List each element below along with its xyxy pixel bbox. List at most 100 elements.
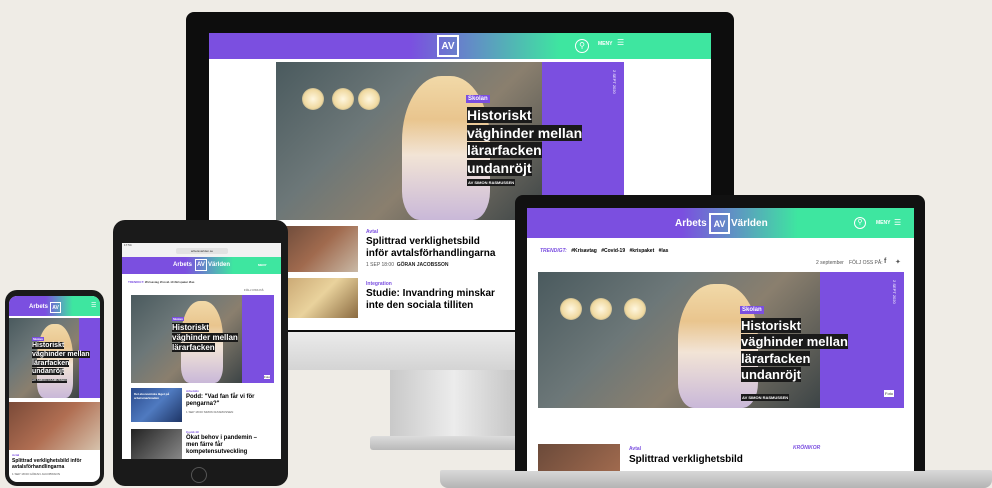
laptop-article-title[interactable]: Splittrad verklighetsbild (629, 454, 743, 465)
article-category[interactable]: Integration (366, 281, 392, 287)
article-thumb[interactable] (280, 226, 358, 272)
lamp-decor (302, 88, 324, 110)
trending-label: TRENDIGT: (540, 248, 567, 254)
follow-label: FÖLJ OSS PÅ: (849, 260, 883, 266)
photo-badge: Foto (884, 390, 895, 397)
kronikor-label[interactable]: KRÖNIKOR (793, 445, 820, 451)
tablet-trending: TRENDIGT: #Krisavtag #Covid-19 #krispake… (128, 280, 194, 284)
hero-title[interactable]: Historiskt väghinder mellan lärarfacken (172, 323, 238, 353)
trending-label: TRENDIGT: (128, 280, 144, 284)
article-thumb[interactable] (280, 278, 358, 318)
menu-label[interactable]: MENY (598, 41, 612, 47)
hero-title[interactable]: Historiskt väghinder mellan lärarfacken … (32, 342, 90, 377)
photo-badge: Foto (264, 375, 271, 379)
twitter-icon[interactable]: ✦ (895, 258, 901, 266)
hamburger-icon[interactable]: ☰ (894, 218, 901, 227)
brand-word1[interactable]: Arbets (29, 304, 48, 310)
phone-site-header: Arbets AV ☰ (9, 296, 100, 316)
hero-title-line: lärarfacken (467, 142, 542, 158)
laptop-screen: Arbets AV Världen ⚲ MENY ☰ TRENDIGT: #Kr… (527, 208, 914, 471)
phone-screen: Arbets AV ☰ Skolan Historiskt väghinder … (9, 296, 100, 482)
hero-side-date: 2 SEPT 2020 (612, 70, 617, 94)
menu-label[interactable]: MENY (258, 263, 267, 267)
trending-item[interactable]: #krispaket (630, 248, 655, 254)
hero-title[interactable]: Historiskt väghinder mellan lärarfacken … (467, 107, 583, 177)
laptop-article-category[interactable]: Avtal (629, 446, 641, 452)
article-title[interactable]: Studie: Invandring minskar inte den soci… (366, 288, 495, 312)
brand-word2[interactable]: Världen (731, 218, 768, 229)
follow-label: FÖLJ OSS PÅ: (244, 288, 265, 292)
hero-title-line: undanröjt (32, 368, 65, 376)
hero-category[interactable]: Skolan (740, 306, 764, 314)
tablet-card-thumb[interactable] (131, 429, 182, 459)
hero-title-line: Historiskt (32, 342, 65, 349)
phone-article-title-line: avtalsförhandlingarna (12, 464, 65, 470)
tablet-home-button[interactable] (191, 467, 207, 483)
tablet-card-title-line: Podd: "Vad fan får vi för (186, 394, 255, 400)
hero-byline: AV SIMON RASMUSSEN (741, 394, 790, 401)
article-author: GÖRAN JACOBSSON (396, 262, 449, 268)
trending-item[interactable]: #Covid-19 (601, 248, 625, 254)
status-time: 17:54 (124, 243, 132, 247)
menu-label[interactable]: MENY (876, 220, 890, 226)
phone-article-title[interactable]: Splittrad verklighetsbild inför avtalsfö… (12, 458, 81, 470)
lamp-decor (590, 298, 612, 320)
brand-word1[interactable]: Arbets (173, 262, 192, 268)
tablet-card-title[interactable]: Ökat behov i pandemin – men färre får ko… (186, 435, 257, 456)
hero-title-line: väghinder mellan (172, 333, 238, 342)
hero-category[interactable]: Skolan (32, 337, 44, 341)
monitor-stand-neck (390, 368, 518, 446)
hero-title[interactable]: Historiskt väghinder mellan lärarfacken … (741, 318, 848, 383)
lamp-decor (358, 88, 380, 110)
article-date: 1 SEP 18:00 (366, 262, 394, 268)
phone-article-meta: 1 SEP 18:00 GÖRAN JACOBSSON (12, 472, 60, 476)
trending-bar: TRENDIGT: #Krisavtag #Covid-19 #krispake… (540, 248, 668, 254)
article-title-line: Splittrad verklighetsbild (366, 236, 480, 247)
hero-title-line: undanröjt (741, 366, 801, 382)
tablet-site-header: Arbets AV Världen MENY (122, 257, 281, 274)
hero-title-line: väghinder mellan (741, 334, 848, 350)
hero-category[interactable]: Skolan (172, 317, 184, 321)
trending-items[interactable]: #Krisavtag #Covid-19 #krispaket #las (145, 280, 195, 284)
hero-byline: AV SIMON RASMUSSEN (467, 179, 516, 186)
browser-bar: 17:54 arbetsvarlden.se (122, 243, 281, 257)
phone-article-category[interactable]: Avtal (12, 453, 19, 457)
article-category[interactable]: Avtal (366, 229, 378, 235)
tablet-card-category[interactable]: Covid-19 (186, 430, 199, 434)
facebook-icon[interactable]: f (884, 258, 886, 265)
trending-item[interactable]: #Krisavtag (571, 248, 597, 254)
brand-word1[interactable]: Arbets (675, 218, 707, 229)
tablet-screen: 17:54 arbetsvarlden.se Arbets AV Världen… (122, 243, 281, 459)
hero-title-line: väghinder mellan (467, 124, 583, 141)
tablet-card-category[interactable]: Arbetsliv (186, 389, 199, 393)
article-meta: 1 SEP 18:00 GÖRAN JACOBSSON (366, 262, 448, 268)
hero-title-line: lärarfacken (32, 359, 70, 367)
hero-title-line: Historiskt (741, 318, 801, 333)
hamburger-icon[interactable]: ☰ (91, 302, 96, 309)
phone-article-photo[interactable] (9, 402, 100, 450)
site-logo[interactable]: AV (50, 302, 61, 313)
site-logo[interactable]: AV (195, 259, 207, 271)
search-icon[interactable]: ⚲ (575, 39, 589, 53)
site-logo[interactable]: AV (709, 213, 730, 234)
hero-title-line: Historiskt (467, 107, 532, 123)
laptop-article-thumb[interactable] (538, 444, 620, 471)
hero-title-line: lärarfacken (172, 343, 215, 352)
hero-title-line: undanröjt (467, 159, 532, 176)
article-title[interactable]: Splittrad verklighetsbild inför avtalsfö… (366, 236, 495, 260)
trending-item[interactable]: #las (659, 248, 669, 254)
hero-byline: AV SIMON RASMUSSEN (32, 378, 67, 383)
laptop-base (440, 470, 992, 488)
brand-word2[interactable]: Världen (208, 262, 230, 268)
site-header: AV ⚲ MENY ☰ (209, 33, 711, 59)
laptop-site-header: Arbets AV Världen ⚲ MENY ☰ (527, 208, 914, 238)
tablet-card-title[interactable]: Podd: "Vad fan får vi för pengarna?" (186, 394, 255, 408)
tablet-card-thumb[interactable]: Det ekonomiska läget på arbetsmarknaden (131, 388, 182, 422)
hamburger-icon[interactable]: ☰ (617, 39, 625, 47)
search-icon[interactable]: ⚲ (854, 217, 866, 229)
url-field[interactable]: arbetsvarlden.se (176, 248, 228, 254)
lamp-decor (624, 298, 646, 320)
hero-category[interactable]: Skolan (466, 95, 490, 103)
tablet-card-title-line: men färre får (186, 442, 223, 448)
site-logo[interactable]: AV (437, 35, 459, 57)
